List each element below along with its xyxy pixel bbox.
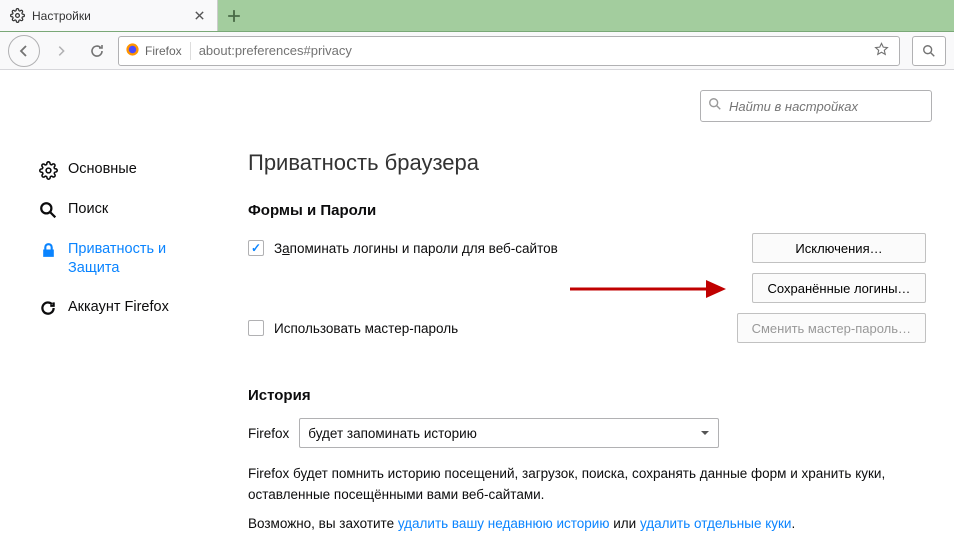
sidebar: Основные Поиск Приватность и Защита Акка… [30,70,220,556]
url-text: about:preferences#privacy [199,43,870,58]
lock-icon [38,240,58,260]
reload-button[interactable] [82,36,112,66]
sidebar-item-label: Аккаунт Firefox [68,298,169,317]
history-mode-value: будет запоминать историю [308,426,477,441]
main-pane: Приватность браузера Формы и Пароли Запо… [220,70,954,556]
browser-tab[interactable]: Настройки [0,0,218,31]
gear-icon [10,8,25,23]
sidebar-item-general[interactable]: Основные [30,150,220,190]
history-links-paragraph: Возможно, вы захотите удалить вашу недав… [248,514,926,535]
nav-toolbar: Firefox about:preferences#privacy [0,32,954,70]
identity-label: Firefox [145,44,182,58]
master-password-label: Использовать мастер-пароль [274,321,458,336]
master-password-checkbox[interactable] [248,320,264,336]
searchbar-button[interactable] [912,36,946,66]
sidebar-item-privacy[interactable]: Приватность и Защита [30,230,220,288]
forms-heading: Формы и Пароли [248,202,926,219]
search-icon [38,200,58,220]
remove-cookies-link[interactable]: удалить отдельные куки [640,516,792,531]
sidebar-item-label: Основные [68,160,137,179]
history-heading: История [248,387,926,404]
search-icon [708,97,722,114]
gear-icon [38,160,58,180]
exceptions-button[interactable]: Исключения… [752,233,926,263]
title-bar: Настройки [0,0,954,32]
settings-search-wrap [700,90,932,122]
remember-logins-checkbox[interactable] [248,240,264,256]
change-master-password-button: Сменить мастер-пароль… [737,313,926,343]
chevron-down-icon [700,426,710,441]
history-mode-row: Firefox будет запоминать историю [248,418,926,448]
saved-logins-button[interactable]: Сохранённые логины… [752,273,926,303]
firefox-icon [125,42,140,60]
clear-recent-history-link[interactable]: удалить вашу недавнюю историю [398,516,610,531]
sidebar-item-search[interactable]: Поиск [30,190,220,230]
tab-title: Настройки [32,9,191,23]
identity-box[interactable]: Firefox [125,42,191,60]
close-tab-button[interactable] [191,8,207,24]
master-password-row: Использовать мастер-пароль Сменить масте… [248,313,926,343]
settings-search-input[interactable] [700,90,932,122]
remember-logins-row: Запоминать логины и пароли для веб-сайто… [248,233,926,263]
content-area: Основные Поиск Приватность и Защита Акка… [0,70,954,556]
page-title: Приватность браузера [248,150,926,176]
url-bar[interactable]: Firefox about:preferences#privacy [118,36,900,66]
back-button[interactable] [8,35,40,67]
sync-icon [38,298,58,318]
sidebar-item-label: Поиск [68,200,108,219]
history-prefix-label: Firefox [248,426,289,441]
sidebar-item-account[interactable]: Аккаунт Firefox [30,288,220,328]
bookmark-star-icon[interactable] [870,42,893,60]
remember-logins-label: Запоминать логины и пароли для веб-сайто… [274,241,558,256]
new-tab-button[interactable] [218,0,250,31]
forward-button[interactable] [46,36,76,66]
history-mode-select[interactable]: будет запоминать историю [299,418,719,448]
saved-logins-row: Сохранённые логины… [248,273,926,303]
sidebar-item-label: Приватность и Защита [68,240,212,278]
history-description: Firefox будет помнить историю посещений,… [248,464,926,506]
